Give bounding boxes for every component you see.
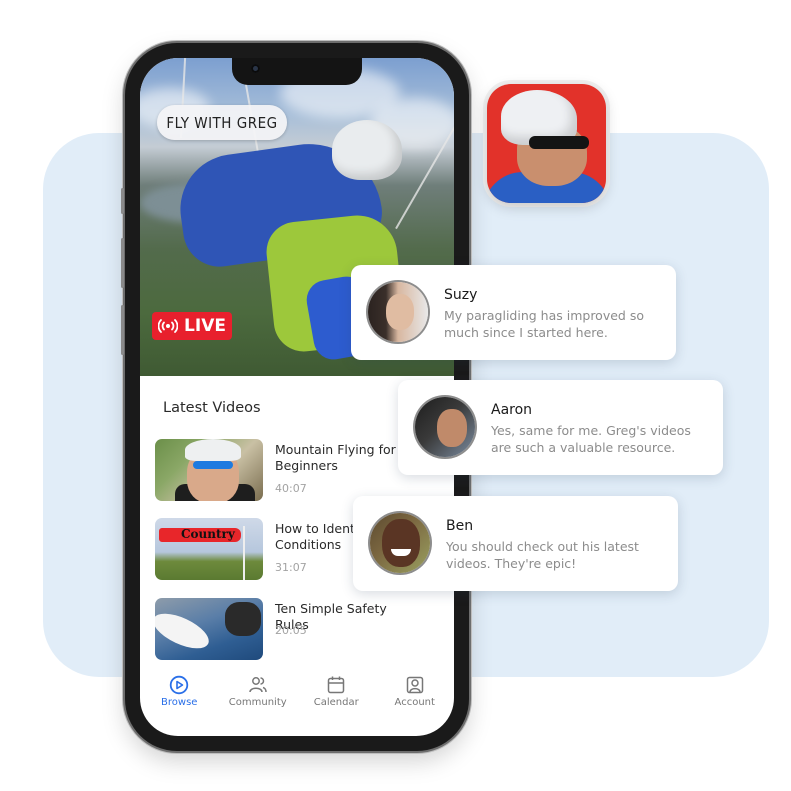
nav-label: Account (394, 697, 435, 708)
comment-card: Suzy My paragliding has improved so much… (351, 265, 676, 360)
comment-card: Aaron Yes, same for me. Greg's videos ar… (398, 380, 723, 475)
camera-icon (251, 64, 260, 73)
phone-notch (232, 58, 362, 85)
phone-action-button (121, 188, 124, 214)
broadcast-icon (158, 319, 179, 333)
phone-volume-up (121, 238, 124, 288)
nav-calendar[interactable]: Calendar (297, 675, 376, 721)
avatar (370, 513, 430, 573)
avatar (368, 282, 428, 342)
video-duration: 20:05 (275, 624, 307, 637)
comment-text: My paragliding has improved so much sinc… (444, 308, 644, 340)
video-thumbnail[interactable]: Country (155, 518, 263, 580)
nav-community[interactable]: Community (219, 675, 298, 721)
live-badge[interactable]: LIVE (152, 312, 232, 340)
video-thumbnail[interactable] (155, 439, 263, 501)
nav-label: Calendar (313, 697, 359, 708)
play-circle-icon (170, 675, 189, 695)
comment-text: Yes, same for me. Greg's videos are such… (491, 423, 691, 455)
comment-author: Aaron (491, 402, 533, 418)
calendar-icon (328, 676, 345, 694)
video-duration: 31:07 (275, 561, 307, 574)
video-thumbnail[interactable] (155, 598, 263, 660)
nav-account[interactable]: Account (376, 675, 455, 721)
comment-card: Ben You should check out his latest vide… (353, 496, 678, 591)
account-icon (406, 676, 423, 694)
comment-author: Ben (446, 518, 474, 534)
section-title: Latest Videos (163, 400, 261, 416)
nav-label: Community (228, 697, 287, 708)
nav-label: Browse (161, 697, 198, 708)
avatar (415, 397, 475, 457)
comment-author: Suzy (444, 287, 478, 303)
live-label: LIVE (184, 316, 226, 336)
bottom-nav: Browse Community Calendar Account (140, 675, 454, 721)
video-duration: 40:07 (275, 482, 307, 495)
video-item[interactable]: Ten Simple Safety Rules 20:05 (155, 598, 454, 660)
video-title[interactable]: Mountain Flying for Beginners (275, 442, 405, 474)
app-icon (487, 84, 606, 203)
users-icon (249, 677, 267, 693)
phone-volume-down (121, 305, 124, 355)
comment-text: You should check out his latest videos. … (446, 539, 639, 571)
brand-label: FLY WITH GREG (157, 105, 287, 140)
nav-browse[interactable]: Browse (140, 675, 219, 721)
